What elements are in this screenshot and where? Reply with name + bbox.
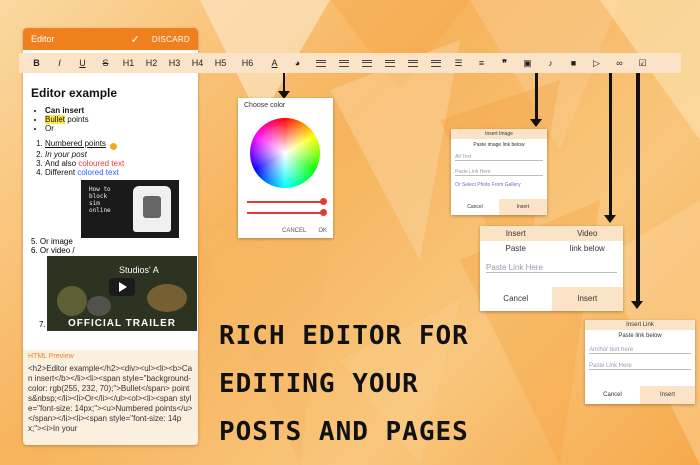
cancel-button[interactable]: CANCEL [282,228,306,234]
text-cursor-handle[interactable] [109,143,117,150]
list-item: Numbered points [45,139,190,150]
video-frame-blob [87,296,111,316]
list-item: Can insert [45,106,190,115]
quote-icon[interactable]: ❞ [493,53,516,73]
indent-icon[interactable] [309,53,332,73]
image-caption: How to block sim online [89,186,111,214]
palette-icon[interactable]: ◕ [286,53,309,73]
cancel-button[interactable]: Cancel [451,199,499,215]
arrow-to-video-dialog [604,73,616,223]
list-item: 5. Or image [31,237,73,246]
anchor-text-input[interactable]: Anchor text here [589,347,691,354]
video-frame-blob [147,284,187,312]
editor-content[interactable]: Editor example Can insert Bullet points … [23,86,198,177]
list-item: Or [45,124,190,133]
video-link-input[interactable]: Paste Link Here [486,263,617,273]
dialog-title: Insert Link [585,320,695,330]
strikethrough-button[interactable]: S [94,53,117,73]
editor-title: Editor [31,34,55,44]
headline-line: RICH EDITOR FOR [219,321,469,351]
dialog-title: Insert Image [451,129,547,139]
dialog-subtitle: Paste link below [505,244,605,253]
html-preview-code: <h2>Editor example</h2><div><ul><li><b>C… [28,364,193,433]
promo-headline: RICH EDITOR FOR EDITING YOUR POSTS AND P… [219,312,469,456]
headline-line: POSTS AND PAGES [219,417,469,447]
list-item: 7. [39,320,46,329]
insert-image-dialog: Insert Image Paste image link below Alt … [451,129,547,215]
editor-header: Editor ✓ DISCARD [23,28,198,50]
color-picker-dialog: Choose color CANCEL OK [238,98,333,238]
list-item: Bullet points [45,115,190,124]
list-item: Different colored text [45,168,190,177]
video-frame-blob [57,286,87,316]
outdent-icon[interactable] [332,53,355,73]
align-center-icon[interactable] [378,53,401,73]
dialog-title: Insert Video [480,226,623,241]
link-url-input[interactable]: Paste Link Here [589,363,691,370]
video-title: Studios' A [119,265,159,275]
insert-button[interactable]: Insert [640,386,695,404]
link-icon[interactable]: ∞ [608,53,631,73]
h3-button[interactable]: H3 [163,53,186,73]
image-link-input[interactable]: Paste Link Here [455,169,543,176]
list-item: And also coloured text [45,159,190,168]
youtube-icon[interactable]: ▷ [585,53,608,73]
editor-panel: Editor ✓ DISCARD Editor example Can inse… [23,28,198,445]
list-item: In your post [45,150,190,159]
align-right-icon[interactable] [401,53,424,73]
gallery-link[interactable]: Or Select Photo From Gallery [455,182,543,188]
insert-button[interactable]: Insert [551,287,623,311]
insert-video-dialog: Insert Video Paste link below Paste Link… [480,226,623,311]
music-icon[interactable]: ♪ [539,53,562,73]
content-heading: Editor example [31,86,118,100]
numbered-list: Numbered points In your post And also co… [45,139,190,177]
checkmark-icon[interactable]: ✓ [131,33,140,46]
bullet-list: Can insert Bullet points Or [45,106,190,133]
cancel-button[interactable]: Cancel [585,386,640,404]
dialog-subtitle: Paste link below [618,333,662,339]
promo-canvas: Editor ✓ DISCARD Editor example Can inse… [0,0,700,465]
checkbox-icon[interactable]: ☑ [631,53,654,73]
html-preview: HTML Preview <h2>Editor example</h2><div… [23,350,198,445]
numbered-list-2: 5. Or image 6. Or video / [31,237,75,255]
alpha-slider[interactable] [247,209,327,216]
formatting-toolbar: B I U S H1 H2 H3 H4 H5 H6 A ◕ ☰ ≡ ❞ ▣ ♪ … [19,53,681,73]
html-preview-label: HTML Preview [28,353,74,360]
numbered-list-icon[interactable]: ≡ [470,53,493,73]
discard-button[interactable]: DISCARD [152,35,190,44]
inserted-image: How to block sim online [81,180,179,238]
embedded-video[interactable]: Studios' A OFFICIAL TRAILER [47,256,197,331]
color-wheel[interactable] [250,118,320,188]
bullet-list-icon[interactable]: ☰ [447,53,470,73]
dialog-subtitle: Paste image link below [473,142,525,148]
h5-button[interactable]: H5 [209,53,232,73]
video-caption: OFFICIAL TRAILER [67,318,177,329]
h1-button[interactable]: H1 [117,53,140,73]
brightness-slider[interactable] [247,198,327,205]
justify-icon[interactable] [424,53,447,73]
arrow-to-link-dialog [631,73,643,309]
ok-button[interactable]: OK [318,228,327,234]
bold-button[interactable]: B [25,53,48,73]
arrow-to-color-dialog [278,73,290,99]
list-item: 6. Or video / [31,246,75,255]
underline-button[interactable]: U [71,53,94,73]
play-icon[interactable] [109,278,135,296]
color-dialog-title: Choose color [244,102,286,109]
insert-link-dialog: Insert Link Paste link below Anchor text… [585,320,695,404]
alt-text-input[interactable]: Alt Text [455,154,543,161]
h4-button[interactable]: H4 [186,53,209,73]
headline-line: EDITING YOUR [219,369,419,399]
video-icon[interactable]: ■ [562,53,585,73]
text-color-button[interactable]: A [263,53,286,73]
h6-button[interactable]: H6 [236,53,259,73]
insert-button[interactable]: Insert [499,199,547,215]
arrow-to-image-dialog [530,73,542,127]
image-icon[interactable]: ▣ [516,53,539,73]
italic-button[interactable]: I [48,53,71,73]
h2-button[interactable]: H2 [140,53,163,73]
align-left-icon[interactable] [355,53,378,73]
cancel-button[interactable]: Cancel [480,287,552,311]
